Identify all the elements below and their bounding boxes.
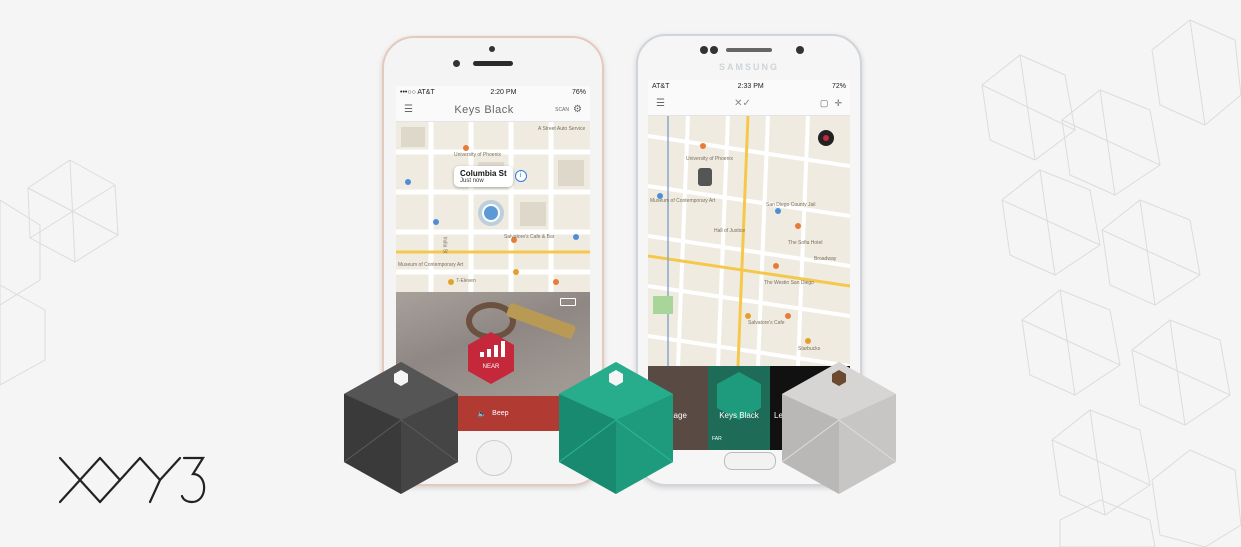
- scan-button[interactable]: SCAN: [555, 107, 569, 113]
- location-callout[interactable]: Columbia St Just now i: [454, 166, 527, 187]
- iphone-sensor: [453, 60, 460, 67]
- samsung-home-button[interactable]: [724, 452, 776, 470]
- iphone-app-bar: ☰ Keys Black SCAN ⚙: [396, 98, 590, 122]
- callout-title: Columbia St: [460, 169, 507, 178]
- map-label: Hall of Justice: [714, 228, 746, 234]
- samsung-map[interactable]: Museum of Contemporary Art University of…: [648, 115, 850, 368]
- samsung-sensor-1: [700, 46, 708, 54]
- samsung-status-bar: AT&T 2:33 PM 72%: [648, 80, 850, 92]
- map-label: University of Phoenix: [454, 152, 501, 158]
- proximity-label: NEAR: [482, 364, 500, 370]
- map-label: Museum of Contemporary Art: [398, 262, 464, 268]
- menu-icon[interactable]: ☰: [656, 98, 665, 109]
- map-label: A Street Auto Service: [538, 126, 586, 132]
- battery-label: 72%: [831, 82, 846, 90]
- location-pin-icon[interactable]: [482, 204, 500, 222]
- beep-button[interactable]: Beep: [492, 410, 508, 417]
- battery-indicator-icon: [560, 298, 576, 306]
- callout-subtitle: Just now: [460, 178, 484, 184]
- carrier-label: •••○○ AT&T: [400, 88, 435, 96]
- light-tag: [780, 362, 898, 494]
- samsung-front-camera: [796, 46, 804, 54]
- dark-tag: [342, 362, 460, 494]
- xy-logo-icon: ✕✓: [734, 98, 751, 109]
- device-tile-selected[interactable]: Keys Black FAR: [708, 366, 770, 450]
- battery-label: 76%: [571, 88, 586, 96]
- map-label: Salvatore's Cafe: [748, 320, 785, 326]
- map-label: Broadway: [814, 256, 837, 262]
- map-label: The Westin San Diego: [764, 280, 814, 286]
- time-label: 2:33 PM: [737, 82, 764, 90]
- device-marker-icon[interactable]: [698, 168, 712, 186]
- iphone-map[interactable]: University of Phoenix Museum of Contempo…: [396, 122, 590, 292]
- samsung-sensor-2: [710, 46, 718, 54]
- time-label: 2:20 PM: [490, 88, 517, 96]
- iphone-status-bar: •••○○ AT&T 2:20 PM 76%: [396, 86, 590, 98]
- samsung-app-bar: ☰ ✕✓ ▢ ✛: [648, 92, 850, 116]
- map-label: San Diego County Jail: [766, 202, 816, 208]
- iphone-camera: [489, 46, 495, 52]
- map-label: Starbucks: [798, 346, 821, 352]
- tile-status: FAR: [712, 436, 722, 442]
- xy3-logo: [58, 450, 208, 515]
- map-label: India St: [441, 236, 448, 254]
- map-label: Salvatore's Cafe & Bar: [504, 234, 555, 240]
- signal-bars-icon: [480, 341, 505, 357]
- samsung-earpiece: [726, 48, 772, 52]
- square-icon[interactable]: ▢: [820, 98, 829, 109]
- map-label: The Sofia Hotel: [788, 240, 823, 246]
- iphone-earpiece: [473, 61, 513, 66]
- info-icon[interactable]: i: [514, 170, 527, 182]
- speaker-icon: 🔈: [477, 410, 487, 418]
- carrier-label: AT&T: [652, 82, 670, 90]
- map-label: 7-Eleven: [456, 278, 476, 284]
- map-label: Museum of Contemporary Art: [650, 198, 716, 204]
- samsung-brand: SAMSUNG: [718, 62, 779, 72]
- add-icon[interactable]: ✛: [834, 98, 842, 109]
- map-label: University of Phoenix: [686, 156, 733, 162]
- green-tag: [557, 362, 675, 494]
- home-button[interactable]: [476, 440, 512, 476]
- device-title: Keys Black: [454, 103, 514, 116]
- gear-icon[interactable]: ⚙: [573, 104, 582, 115]
- compass-icon[interactable]: [818, 130, 834, 146]
- tile-label: Keys Black: [719, 411, 759, 420]
- menu-icon[interactable]: ☰: [404, 104, 413, 115]
